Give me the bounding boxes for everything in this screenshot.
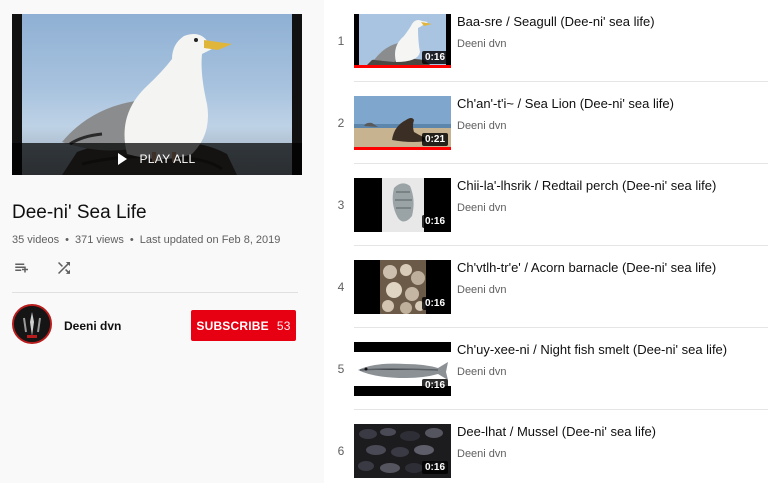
video-duration: 0:21 bbox=[421, 133, 448, 146]
list-item[interactable]: 5 0:16 Ch'uy-xee-ni / Night fish smelt (… bbox=[324, 328, 768, 410]
video-thumbnail[interactable]: 0:16 bbox=[354, 342, 451, 396]
play-all-label: PLAY ALL bbox=[139, 152, 196, 166]
video-title[interactable]: Baa-sre / Seagull (Dee-ni' sea life) bbox=[457, 14, 655, 29]
video-thumbnail[interactable]: 0:16 bbox=[354, 14, 451, 68]
video-title[interactable]: Ch'vtlh-tr'e' / Acorn barnacle (Dee-ni' … bbox=[457, 260, 716, 275]
channel-avatar[interactable] bbox=[12, 304, 52, 344]
view-count: 371 views bbox=[74, 234, 124, 246]
video-channel[interactable]: Deeni dvn bbox=[457, 38, 507, 50]
play-icon bbox=[118, 153, 128, 165]
playlist-stats: 35 videos • 371 views • Last updated on … bbox=[12, 234, 280, 246]
shuffle-icon[interactable] bbox=[54, 258, 74, 278]
video-thumbnail[interactable]: 0:16 bbox=[354, 178, 451, 232]
video-index: 4 bbox=[337, 280, 345, 294]
playlist-sidebar: PLAY ALL Dee-ni' Sea Life 35 videos • 37… bbox=[0, 0, 324, 483]
subscribe-button[interactable]: SUBSCRIBE 53 bbox=[191, 310, 296, 341]
video-thumbnail[interactable]: 0:16 bbox=[354, 424, 451, 478]
video-title[interactable]: Ch'an'-t'i~ / Sea Lion (Dee-ni' sea life… bbox=[457, 96, 674, 111]
video-channel[interactable]: Deeni dvn bbox=[457, 120, 507, 132]
separator-dot: • bbox=[65, 234, 69, 246]
video-index: 5 bbox=[337, 362, 345, 376]
video-channel[interactable]: Deeni dvn bbox=[457, 366, 507, 378]
subscriber-count: 53 bbox=[276, 318, 291, 333]
playlist-actions bbox=[12, 258, 74, 278]
video-title[interactable]: Ch'uy-xee-ni / Night fish smelt (Dee-ni'… bbox=[457, 342, 727, 357]
video-channel[interactable]: Deeni dvn bbox=[457, 202, 507, 214]
video-duration: 0:16 bbox=[421, 51, 448, 64]
video-thumbnail[interactable]: 0:16 bbox=[354, 260, 451, 314]
video-thumbnail[interactable]: 0:21 bbox=[354, 96, 451, 150]
playlist-add-icon[interactable] bbox=[12, 258, 32, 278]
video-list: 1 0:16 Baa-sre / Seagull (Dee-ni' sea li… bbox=[324, 0, 768, 483]
video-duration: 0:16 bbox=[421, 297, 448, 310]
video-duration: 0:16 bbox=[421, 379, 448, 392]
list-item[interactable]: 6 0:16 Dee-lhat / Mussel (Dee-ni' sea li… bbox=[324, 410, 768, 483]
list-item[interactable]: 3 0:16 Chii-la'-lhsrik / Redtail perch (… bbox=[324, 164, 768, 246]
video-duration: 0:16 bbox=[421, 215, 448, 228]
list-item[interactable]: 2 0:21 Ch'an'-t'i~ / Sea Lion (Dee-ni' s… bbox=[324, 82, 768, 164]
video-index: 6 bbox=[337, 444, 345, 458]
channel-name[interactable]: Deeni dvn bbox=[64, 319, 121, 333]
video-channel[interactable]: Deeni dvn bbox=[457, 448, 507, 460]
watch-progress-bar bbox=[354, 147, 451, 150]
watch-progress-bar bbox=[354, 65, 451, 68]
last-updated: Last updated on Feb 8, 2019 bbox=[139, 234, 281, 246]
video-index: 2 bbox=[337, 116, 345, 130]
list-item[interactable]: 4 0:16 Ch'vtlh-tr'e' / Acorn barnacle (D… bbox=[324, 246, 768, 328]
separator-dot: • bbox=[129, 234, 134, 246]
divider bbox=[12, 292, 298, 293]
video-title[interactable]: Chii-la'-lhsrik / Redtail perch (Dee-ni'… bbox=[457, 178, 716, 193]
playlist-thumbnail[interactable]: PLAY ALL bbox=[12, 14, 302, 175]
video-count: 35 videos bbox=[12, 234, 60, 246]
play-all-button[interactable]: PLAY ALL bbox=[12, 143, 302, 175]
video-index: 1 bbox=[337, 34, 345, 48]
video-duration: 0:16 bbox=[421, 461, 448, 474]
list-item[interactable]: 1 0:16 Baa-sre / Seagull (Dee-ni' sea li… bbox=[324, 0, 768, 82]
video-title[interactable]: Dee-lhat / Mussel (Dee-ni' sea life) bbox=[457, 424, 656, 439]
video-index: 3 bbox=[337, 198, 345, 212]
video-channel[interactable]: Deeni dvn bbox=[457, 284, 507, 296]
playlist-title[interactable]: Dee-ni' Sea Life bbox=[12, 202, 147, 224]
subscribe-label: SUBSCRIBE bbox=[196, 318, 269, 333]
